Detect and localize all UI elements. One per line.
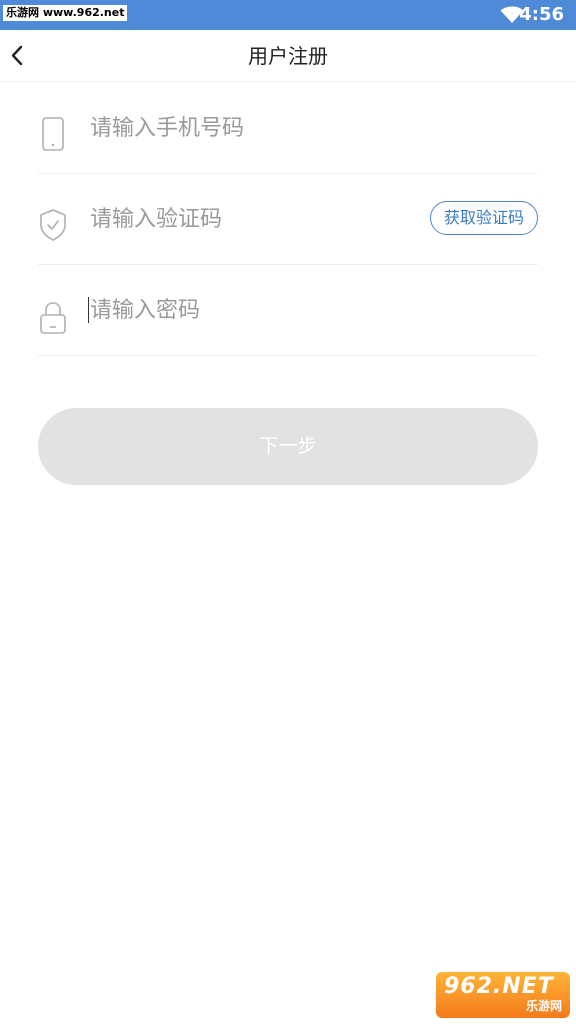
phone-row	[38, 82, 538, 174]
watermark-logo: 962.NET	[444, 974, 554, 999]
text-caret	[88, 297, 89, 323]
site-watermark: 962.NET 乐游网	[436, 972, 570, 1018]
next-button[interactable]: 下一步	[38, 408, 538, 485]
page-title: 用户注册	[248, 44, 328, 68]
get-code-button[interactable]: 获取验证码	[430, 201, 538, 235]
code-input[interactable]	[90, 201, 420, 237]
code-row: 获取验证码	[38, 173, 538, 265]
shield-check-icon	[40, 209, 66, 241]
phone-icon	[42, 117, 64, 151]
phone-input[interactable]	[90, 110, 420, 146]
lock-icon	[40, 302, 66, 334]
watermark-caption: 乐游网	[525, 999, 562, 1013]
password-input[interactable]	[90, 292, 420, 328]
password-row	[38, 264, 538, 356]
status-time: 4:56	[519, 4, 564, 25]
status-bar: 乐游网 www.962.net 4:56	[0, 0, 576, 35]
app-bar: 用户注册	[0, 30, 576, 82]
watermark-label: 乐游网 www.962.net	[3, 5, 128, 21]
